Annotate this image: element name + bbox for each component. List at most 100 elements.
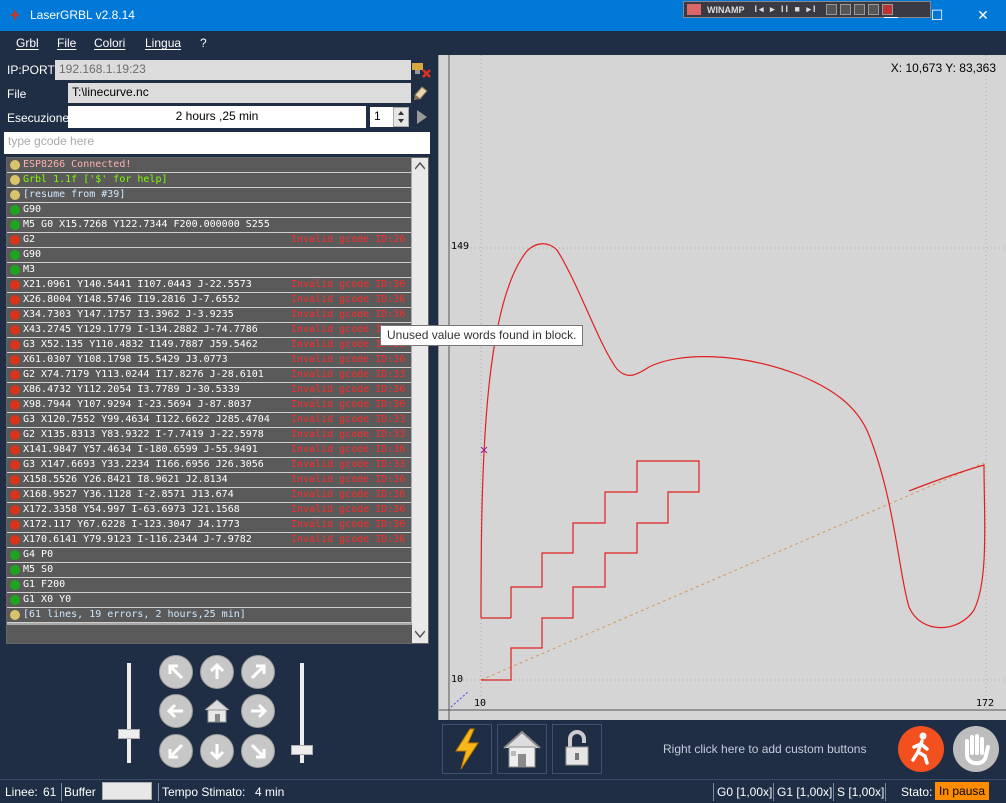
speed-slider-track[interactable] (127, 663, 131, 763)
winamp-minimize-button[interactable] (839, 4, 851, 15)
jog-right-button[interactable] (241, 694, 275, 728)
log-error-text[interactable]: Invalid gcode ID:36 (291, 443, 405, 457)
error-stop-icon (10, 445, 20, 455)
file-field[interactable]: T:\linecurve.nc (68, 83, 411, 103)
arrow-up-right-icon (250, 664, 266, 680)
feed-hold-button[interactable] (951, 724, 1001, 774)
log-row: G2 X135.8313 Y83.9322 I-7.7419 J-22.5978… (7, 428, 411, 443)
step-slider-thumb[interactable] (291, 745, 313, 755)
error-stop-icon (10, 400, 20, 410)
menu-file[interactable]: File (57, 36, 76, 50)
gcode-input[interactable]: type gcode here (4, 132, 430, 154)
log-error-text[interactable]: Invalid gcode ID:36 (291, 278, 405, 292)
log-error-text[interactable]: Invalid gcode ID:36 (291, 533, 405, 547)
log-error-text[interactable]: Invalid gcode ID:36 (291, 353, 405, 367)
g0-override[interactable]: G0 [1,00x] (717, 785, 772, 799)
jog-down-button[interactable] (200, 734, 234, 768)
log-command-text: X61.0307 Y108.1798 I5.5429 J3.0773 (23, 354, 228, 365)
error-tooltip: Unused value words found in block. (380, 325, 584, 346)
log-error-text[interactable]: Invalid gcode ID:36 (291, 293, 405, 307)
winamp-eject-button[interactable] (825, 4, 837, 15)
speed-slider-thumb[interactable] (118, 729, 140, 739)
s-override[interactable]: S [1,00x] (837, 785, 884, 799)
log-error-text[interactable]: Invalid gcode ID:36 (291, 308, 405, 322)
jog-down-left-button[interactable] (159, 734, 193, 768)
log-row: X158.5526 Y26.8421 I8.9621 J2.8134 Invali… (7, 473, 411, 488)
log-command-text: M5 S0 (23, 564, 54, 575)
winamp-controls[interactable]: I◂ ▸ II ■ ▸I (755, 4, 818, 15)
execution-label: Esecuzione (7, 111, 70, 125)
log-command-text: G1 F200 (23, 579, 66, 590)
minimize-button[interactable]: — (868, 0, 914, 31)
arrow-up-icon (209, 662, 225, 679)
menu-grbl[interactable]: Grbl (16, 36, 39, 50)
log-error-text[interactable]: Invalid gcode ID:26 (291, 233, 405, 247)
gcode-preview[interactable]: X: 10,673 Y: 83,363 149 10 10 172 (438, 55, 1006, 720)
log-command-text: M3 (23, 264, 36, 275)
arrow-down-left-icon (168, 743, 184, 759)
close-button[interactable]: ✕ (960, 0, 1006, 31)
log-row: M3 (7, 263, 411, 278)
menu-bar: Grbl File Colori Lingua ? (0, 31, 1006, 55)
log-row: X141.9847 Y57.4634 I-180.6599 J-55.9491 I… (7, 443, 411, 458)
jog-up-button[interactable] (200, 655, 234, 689)
ip-port-field[interactable]: 192.168.1.19:23 (55, 60, 411, 80)
jog-home-button[interactable] (200, 694, 234, 728)
info-message-icon (10, 160, 20, 170)
repeat-count-input[interactable]: 1 (370, 107, 394, 127)
log-error-text[interactable]: Invalid gcode ID:36 (291, 503, 405, 517)
log-command-text: G2 X74.7179 Y113.0244 I17.8276 J-28.6101 (23, 369, 264, 380)
console-scrollbar[interactable] (412, 158, 428, 643)
log-command-text: G3 X120.7552 Y99.4634 I122.6622 J285.470… (23, 414, 270, 425)
g1-override[interactable]: G1 [1,00x] (777, 785, 832, 799)
jog-down-right-button[interactable] (241, 734, 275, 768)
log-row: Grbl 1.1f ['$' for help] (7, 173, 411, 188)
log-error-text[interactable]: Invalid gcode ID:36 (291, 488, 405, 502)
info-message-icon (10, 610, 20, 620)
log-row: [resume from #39] (7, 188, 411, 203)
log-command-text: X43.2745 Y129.1779 I-134.2882 J-74.7786 (23, 324, 258, 335)
log-command-text: [resume from #39] (23, 189, 126, 200)
unlock-button[interactable] (552, 724, 602, 774)
log-error-text[interactable]: Invalid gcode ID:36 (291, 518, 405, 532)
ok-check-icon (10, 565, 20, 575)
repeat-count-spinner[interactable] (393, 107, 409, 127)
y-axis-bottom-label: 10 (451, 674, 464, 685)
log-error-text[interactable]: Invalid gcode ID:36 (291, 383, 405, 397)
custom-buttons-hint[interactable]: Right click here to add custom buttons (663, 742, 866, 756)
menu-lingua[interactable]: Lingua (145, 36, 181, 50)
jog-left-button[interactable] (159, 694, 193, 728)
menu-colori[interactable]: Colori (94, 36, 125, 50)
disconnect-icon[interactable] (410, 60, 432, 80)
scroll-up-icon[interactable] (415, 162, 425, 170)
log-error-text[interactable]: Invalid gcode ID:36 (291, 473, 405, 487)
log-row: G1 X0 Y0 (7, 593, 411, 608)
log-row: G2 X74.7179 Y113.0244 I17.8276 J-28.6101… (7, 368, 411, 383)
arrow-down-icon (209, 744, 225, 761)
winamp-restore-button[interactable] (853, 4, 865, 15)
log-error-text[interactable]: Invalid gcode ID:36 (291, 398, 405, 412)
log-error-text[interactable]: Invalid gcode ID:33 (291, 458, 405, 472)
reset-button[interactable] (442, 724, 492, 774)
log-error-text[interactable]: Invalid gcode ID:33 (291, 368, 405, 382)
log-command-text: G3 X52.135 Y110.4832 I149.7887 J59.5462 (23, 339, 258, 350)
run-program-icon[interactable] (414, 108, 430, 126)
log-error-text[interactable]: Invalid gcode ID:33 (291, 413, 405, 427)
error-stop-icon (10, 505, 20, 515)
home-icon (503, 730, 541, 768)
execution-progress: 2 hours ,25 min (68, 106, 366, 128)
open-file-icon[interactable] (412, 83, 430, 103)
abort-button[interactable] (896, 724, 946, 774)
status-divider (833, 783, 834, 801)
error-stop-icon (10, 280, 20, 290)
ok-check-icon (10, 265, 20, 275)
maximize-button[interactable]: ☐ (914, 0, 960, 31)
homing-button[interactable] (497, 724, 547, 774)
jog-up-right-button[interactable] (241, 655, 275, 689)
log-command-text: X168.9527 Y36.1128 I-2.8571 J13.674 (23, 489, 234, 500)
jog-up-left-button[interactable] (159, 655, 193, 689)
menu-help[interactable]: ? (200, 36, 207, 50)
log-command-text: X98.7944 Y107.9294 I-23.5694 J-87.8037 (23, 399, 252, 410)
log-error-text[interactable]: Invalid gcode ID:33 (291, 428, 405, 442)
scroll-down-icon[interactable] (415, 630, 425, 638)
